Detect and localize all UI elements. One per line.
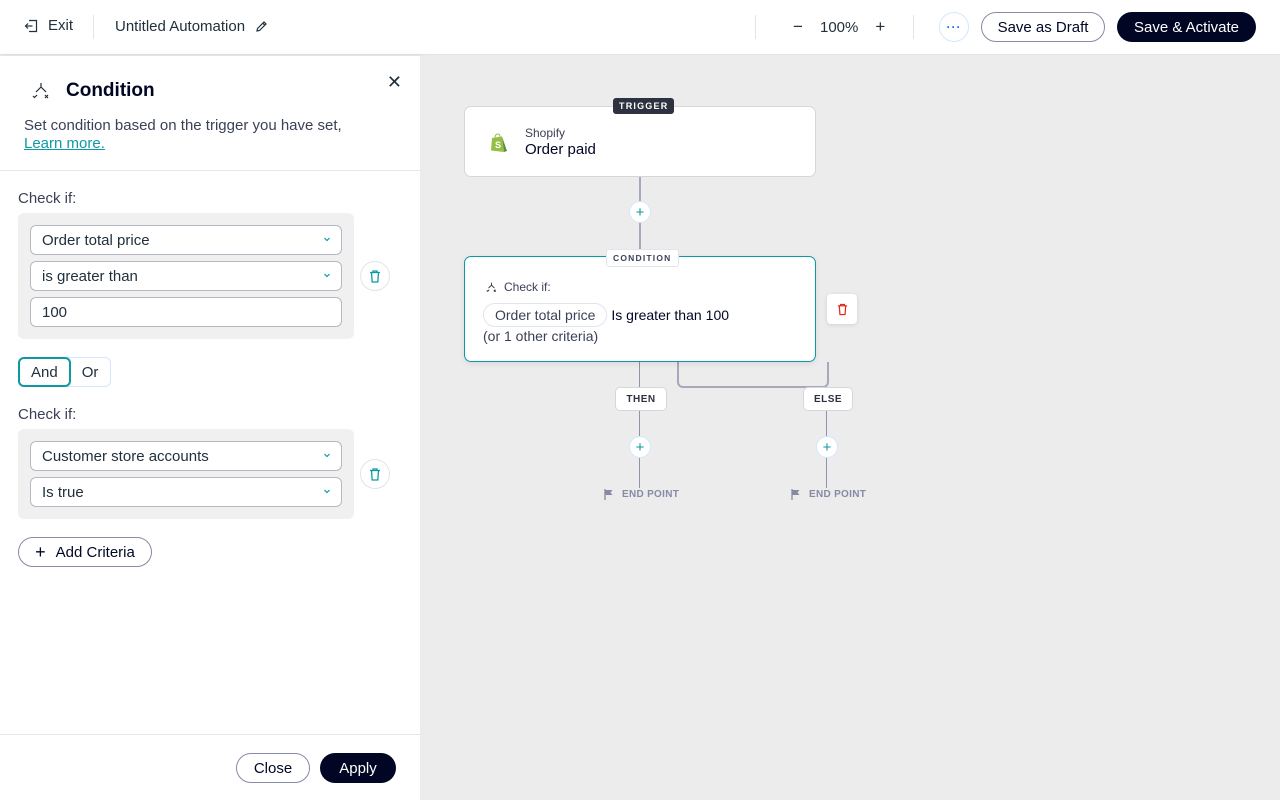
exit-icon	[24, 19, 38, 32]
divider	[913, 15, 914, 39]
apply-button[interactable]: Apply	[320, 753, 396, 783]
zoom-level: 100%	[820, 18, 859, 36]
logic-and-option[interactable]: And	[18, 357, 71, 387]
trash-icon	[370, 467, 380, 481]
save-and-activate-button[interactable]: Save & Activate	[1117, 12, 1256, 42]
close-panel-button[interactable]: ✕	[387, 72, 402, 93]
chevron-down-icon	[324, 273, 330, 278]
chevron-down-icon	[324, 237, 330, 242]
panel-header: Condition ✕ Set condition based on the t…	[0, 56, 420, 171]
criteria-group-2: Customer store accounts Is true	[18, 429, 354, 519]
top-bar: Exit Untitled Automation − 100% + ··· Sa…	[0, 0, 1280, 55]
delete-criteria-button[interactable]	[360, 459, 390, 489]
delete-condition-button[interactable]	[827, 294, 857, 324]
criteria-operator-select[interactable]: is greater than	[30, 261, 342, 291]
more-actions-button[interactable]: ···	[939, 12, 969, 42]
check-if-text: Check if:	[504, 280, 551, 294]
criteria-operator-select[interactable]: Is true	[30, 477, 342, 507]
divider	[93, 15, 94, 39]
chevron-down-icon	[324, 453, 330, 458]
trigger-event: Order paid	[525, 141, 596, 158]
logic-toggle: And Or	[18, 357, 112, 387]
zoom-out-button[interactable]: −	[790, 17, 806, 37]
logic-or-option[interactable]: Or	[70, 358, 111, 386]
else-connector	[677, 362, 829, 388]
condition-summary: Order total price Is greater than 100	[483, 303, 729, 327]
svg-text:S: S	[495, 140, 501, 150]
close-button[interactable]: Close	[236, 753, 310, 783]
condition-panel: Condition ✕ Set condition based on the t…	[0, 56, 420, 800]
add-step-button[interactable]: +	[629, 201, 651, 223]
condition-tag: CONDITION	[606, 249, 679, 267]
criteria-label: Check if:	[18, 406, 77, 423]
then-branch-label[interactable]: THEN	[615, 387, 667, 411]
condition-node[interactable]: Check if: Order total price Is greater t…	[464, 256, 816, 362]
condition-field-chip: Order total price	[483, 303, 608, 327]
then-end-point: END POINT	[604, 489, 679, 500]
condition-operator: Is greater than	[611, 307, 702, 323]
criteria-operator-value: Is true	[42, 483, 84, 501]
save-as-draft-button[interactable]: Save as Draft	[981, 12, 1105, 42]
flag-icon	[791, 489, 800, 500]
criteria-operator-value: is greater than	[42, 267, 138, 285]
automation-title-text: Untitled Automation	[115, 18, 246, 35]
criteria-group-1: Order total price is greater than 100	[18, 213, 354, 339]
add-then-step-button[interactable]: +	[629, 436, 651, 458]
pencil-icon[interactable]	[255, 20, 268, 33]
workflow-canvas[interactable]: S Shopify Order paid TRIGGER + Check if:…	[420, 56, 1280, 800]
more-icon: ···	[946, 20, 962, 34]
panel-title-text: Condition	[66, 80, 155, 101]
panel-footer: Close Apply	[0, 734, 420, 800]
end-point-label: END POINT	[622, 489, 680, 500]
else-end-point: END POINT	[791, 489, 866, 500]
condition-other-criteria: (or 1 other criteria)	[483, 328, 599, 344]
criteria-field-value: Customer store accounts	[42, 447, 209, 465]
learn-more-link[interactable]: Learn more.	[24, 135, 105, 152]
add-criteria-label: Add Criteria	[55, 543, 135, 561]
condition-value: 100	[705, 307, 730, 323]
shopify-icon: S	[491, 133, 507, 152]
panel-title: Condition	[30, 80, 396, 102]
flag-icon	[604, 489, 613, 500]
exit-label: Exit	[48, 17, 74, 34]
zoom-in-button[interactable]: +	[872, 17, 888, 37]
trash-icon	[370, 269, 380, 283]
delete-criteria-button[interactable]	[360, 261, 390, 291]
add-criteria-button[interactable]: + Add Criteria	[18, 537, 152, 567]
condition-icon	[32, 83, 49, 99]
criteria-value-text: 100	[42, 303, 68, 321]
else-branch-label[interactable]: ELSE	[803, 387, 853, 411]
exit-button[interactable]: Exit	[24, 17, 73, 34]
condition-check-label: Check if:	[485, 280, 551, 294]
divider	[755, 15, 756, 39]
connector-line	[639, 362, 640, 488]
trigger-app: Shopify	[525, 126, 566, 140]
description-text: Set condition based on the trigger you h…	[24, 117, 342, 134]
chevron-down-icon	[324, 489, 330, 494]
condition-icon	[486, 282, 496, 292]
zoom-control: − 100% +	[790, 17, 888, 37]
criteria-value-input[interactable]: 100	[30, 297, 342, 327]
plus-icon: +	[35, 541, 46, 562]
add-else-step-button[interactable]: +	[816, 436, 838, 458]
criteria-field-select[interactable]: Customer store accounts	[30, 441, 342, 471]
criteria-field-select[interactable]: Order total price	[30, 225, 342, 255]
automation-title[interactable]: Untitled Automation	[115, 18, 268, 35]
trash-icon	[837, 303, 847, 315]
trigger-tag: TRIGGER	[613, 98, 675, 114]
panel-description: Set condition based on the trigger you h…	[24, 117, 396, 153]
criteria-field-value: Order total price	[42, 231, 150, 249]
trigger-node[interactable]: S Shopify Order paid	[464, 106, 816, 177]
criteria-label: Check if:	[18, 190, 77, 207]
end-point-label: END POINT	[809, 489, 867, 500]
